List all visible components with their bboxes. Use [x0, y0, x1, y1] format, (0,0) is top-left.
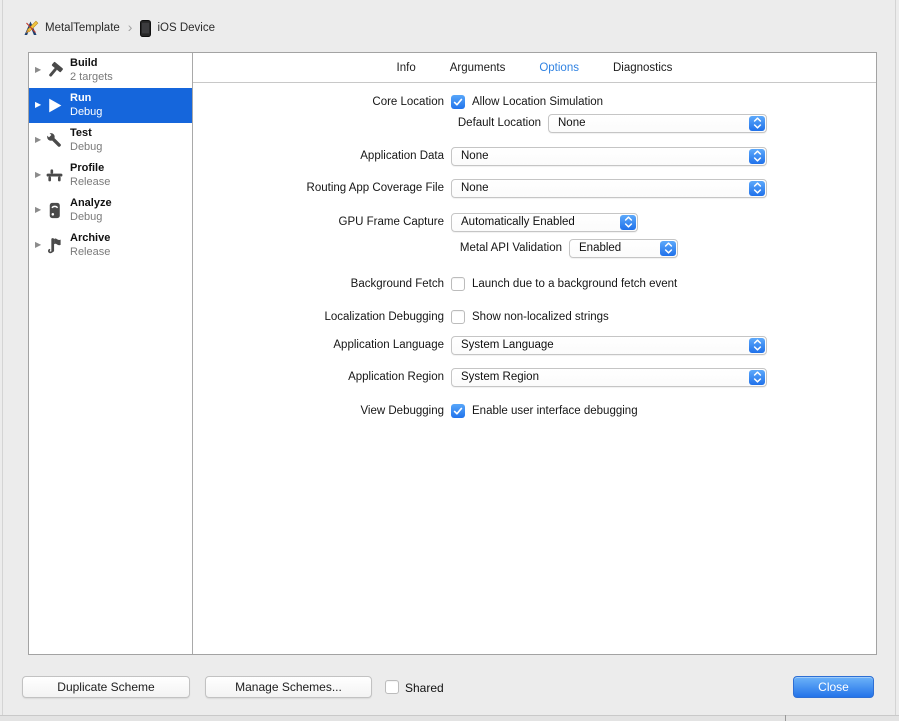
application-language-select[interactable]: System Language [451, 335, 767, 355]
sidebar-item-title: Profile [70, 162, 105, 174]
archive-icon [45, 236, 64, 255]
sidebar-item-subtitle: Debug [70, 140, 103, 153]
breadcrumb-device[interactable]: iOS Device [157, 22, 215, 34]
tab-arguments[interactable]: Arguments [450, 62, 506, 74]
view-debugging-checkbox-label: Enable user interface debugging [472, 405, 638, 417]
metal-api-validation-select[interactable]: Enabled [569, 238, 678, 258]
sidebar-item-title: Analyze [70, 197, 112, 209]
disclosure-triangle-icon[interactable]: ▶ [35, 101, 41, 109]
window-right-edge [895, 0, 896, 721]
popup-stepper-icon [749, 369, 765, 385]
shared-checkbox[interactable] [385, 680, 399, 694]
options-pane: Info Arguments Options Diagnostics Core … [193, 53, 876, 654]
metal-api-validation-row: Metal API Validation Enabled [193, 238, 678, 258]
ios-device-icon [140, 19, 152, 37]
breadcrumb-separator: › [127, 19, 133, 35]
sidebar-item-run[interactable]: ▶ Run Debug [29, 88, 192, 123]
window-bottom-divider [785, 715, 786, 721]
application-language-label: Application Language [333, 339, 444, 351]
popup-stepper-icon [749, 115, 765, 131]
localization-debugging-label: Localization Debugging [324, 311, 444, 323]
tab-diagnostics[interactable]: Diagnostics [613, 62, 672, 74]
core-location-row: Core Location Allow Location Simulation [193, 92, 603, 112]
disclosure-triangle-icon[interactable]: ▶ [35, 171, 41, 179]
duplicate-scheme-button[interactable]: Duplicate Scheme [22, 676, 190, 698]
disclosure-triangle-icon[interactable]: ▶ [35, 206, 41, 214]
sidebar-item-analyze[interactable]: ▶ Analyze Debug [29, 193, 192, 228]
application-data-label: Application Data [360, 150, 444, 162]
scheme-editor-dialog: MetalTemplate › iOS Device ▶ Build 2 tar… [0, 0, 899, 721]
application-language-row: Application Language System Language [193, 335, 767, 355]
breadcrumb: MetalTemplate › iOS Device [22, 19, 215, 37]
routing-app-coverage-row: Routing App Coverage File None [193, 178, 767, 198]
gpu-frame-capture-select[interactable]: Automatically Enabled [451, 212, 638, 232]
routing-app-coverage-label: Routing App Coverage File [306, 182, 444, 194]
sidebar-item-subtitle: 2 targets [70, 70, 113, 83]
sidebar-item-title: Archive [70, 232, 111, 244]
background-fetch-label: Background Fetch [350, 278, 444, 290]
sidebar-item-test[interactable]: ▶ Test Debug [29, 123, 192, 158]
gpu-frame-capture-row: GPU Frame Capture Automatically Enabled [193, 212, 638, 232]
view-debugging-checkbox[interactable] [451, 404, 465, 418]
scheme-sidebar: ▶ Build 2 targets ▶ Run Debug ▶ Test Deb… [29, 53, 193, 654]
background-fetch-checkbox-label: Launch due to a background fetch event [472, 278, 678, 290]
close-button[interactable]: Close [793, 676, 874, 698]
popup-stepper-icon [749, 337, 765, 353]
localization-debugging-checkbox[interactable] [451, 310, 465, 324]
localization-debugging-checkbox-label: Show non-localized strings [472, 311, 609, 323]
popup-stepper-icon [749, 148, 765, 164]
metal-api-validation-label: Metal API Validation [459, 242, 562, 254]
wrench-icon [45, 131, 64, 150]
gpu-frame-capture-label: GPU Frame Capture [338, 216, 444, 228]
sidebar-item-archive[interactable]: ▶ Archive Release [29, 228, 192, 263]
application-region-label: Application Region [348, 371, 444, 383]
allow-location-simulation-checkbox[interactable] [451, 95, 465, 109]
popup-stepper-icon [620, 214, 636, 230]
options-form: Core Location Allow Location Simulation … [193, 83, 876, 654]
background-fetch-row: Background Fetch Launch due to a backgro… [193, 274, 677, 294]
content-panel: ▶ Build 2 targets ▶ Run Debug ▶ Test Deb… [28, 52, 877, 655]
core-location-label: Core Location [372, 96, 444, 108]
shared-checkbox-label: Shared [405, 681, 444, 695]
breadcrumb-project[interactable]: MetalTemplate [45, 22, 120, 34]
default-location-row: Default Location None [193, 113, 767, 133]
analyze-icon [45, 201, 64, 220]
xcode-project-icon [22, 20, 39, 37]
disclosure-triangle-icon[interactable]: ▶ [35, 66, 41, 74]
sidebar-item-subtitle: Release [70, 245, 111, 258]
allow-location-simulation-label: Allow Location Simulation [472, 96, 604, 108]
disclosure-triangle-icon[interactable]: ▶ [35, 241, 41, 249]
default-location-label: Default Location [457, 117, 541, 129]
view-debugging-row: View Debugging Enable user interface deb… [193, 401, 638, 421]
routing-app-coverage-select[interactable]: None [451, 178, 767, 198]
popup-stepper-icon [749, 180, 765, 196]
sidebar-item-title: Run [70, 92, 92, 104]
localization-debugging-row: Localization Debugging Show non-localize… [193, 307, 609, 327]
sidebar-item-build[interactable]: ▶ Build 2 targets [29, 53, 192, 88]
default-location-select[interactable]: None [548, 113, 767, 133]
window-bottom-edge [0, 715, 899, 721]
sidebar-item-title: Test [70, 127, 92, 139]
tab-bar: Info Arguments Options Diagnostics [193, 53, 876, 83]
application-region-row: Application Region System Region [193, 367, 767, 387]
disclosure-triangle-icon[interactable]: ▶ [35, 136, 41, 144]
play-icon [45, 96, 64, 115]
background-fetch-checkbox[interactable] [451, 277, 465, 291]
tab-options[interactable]: Options [539, 62, 579, 74]
sidebar-item-profile[interactable]: ▶ Profile Release [29, 158, 192, 193]
application-data-select[interactable]: None [451, 146, 767, 166]
sidebar-item-subtitle: Debug [70, 105, 103, 118]
application-data-row: Application Data None [193, 146, 767, 166]
hammer-icon [45, 61, 64, 80]
tab-info[interactable]: Info [397, 62, 416, 74]
sidebar-item-subtitle: Release [70, 175, 111, 188]
manage-schemes-button[interactable]: Manage Schemes... [205, 676, 372, 698]
sidebar-item-subtitle: Debug [70, 210, 103, 223]
application-region-select[interactable]: System Region [451, 367, 767, 387]
gauge-icon [45, 166, 64, 185]
window-left-edge [2, 0, 3, 721]
sidebar-item-title: Build [70, 57, 98, 69]
view-debugging-label: View Debugging [360, 405, 444, 417]
popup-stepper-icon [660, 240, 676, 256]
